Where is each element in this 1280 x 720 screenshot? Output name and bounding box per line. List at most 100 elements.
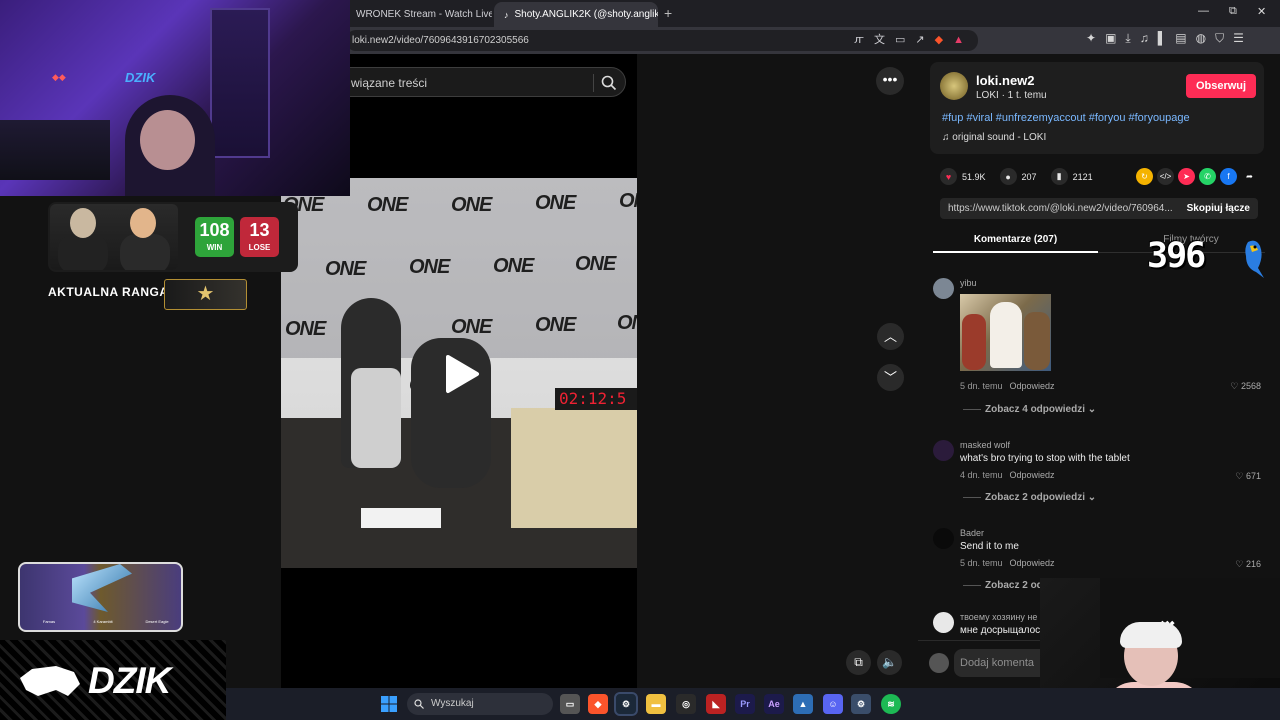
close-window-button[interactable]: ✕ <box>1257 5 1266 18</box>
sound-row[interactable]: ♫ original sound - LOKI <box>942 132 1046 143</box>
creator-subtitle: LOKI · 1 t. temu <box>976 90 1047 101</box>
repost-icon[interactable]: ↻ <box>1136 168 1153 185</box>
brand-logo: ONE <box>535 192 576 214</box>
app-icon[interactable]: ◎ <box>676 694 696 714</box>
screen: WRONEK Stream - Watch Live on Kic ♪ Shot… <box>0 0 1280 720</box>
image-figure <box>990 302 1022 368</box>
media-icon[interactable]: ♫ <box>1140 31 1149 46</box>
comment-username[interactable]: твоему хозяину не <box>960 612 1037 622</box>
link-box: https://www.tiktok.com/@loki.new2/video/… <box>940 198 1258 219</box>
chevron-down-icon: ﹀ <box>883 370 897 385</box>
whatsapp-icon[interactable]: ✆ <box>1199 168 1216 185</box>
like-count: 2568 <box>1240 381 1261 391</box>
floating-player-button[interactable]: ⧉ <box>846 650 871 675</box>
person <box>58 234 108 270</box>
comment-time: 5 dn. temu <box>960 558 1003 568</box>
person-head <box>130 208 156 238</box>
premiere-pro-icon[interactable]: Pr <box>735 694 755 714</box>
embed-icon[interactable]: </> <box>1157 168 1174 185</box>
avatar[interactable] <box>933 278 954 299</box>
comment-text: Send it to me <box>960 541 1019 552</box>
minimize-button[interactable]: — <box>1198 5 1209 17</box>
maximize-button[interactable]: ⧉ <box>1229 5 1237 18</box>
tab-comments[interactable]: Komentarze (207) <box>933 226 1098 253</box>
search-icon[interactable] <box>600 74 618 92</box>
extensions-icon[interactable]: ✦ <box>1086 31 1096 46</box>
webcam-desk <box>0 120 110 180</box>
facebook-icon[interactable]: f <box>1220 168 1237 185</box>
tab-wronek-stream[interactable]: WRONEK Stream - Watch Live on Kic <box>346 2 492 27</box>
heart-outline-icon: ♡ <box>1235 471 1246 481</box>
new-tab-button[interactable]: + <box>664 5 672 21</box>
more-options-button[interactable]: ••• <box>876 67 904 95</box>
hashtags[interactable]: #fup #viral #unfrezemyaccout #foryou #fo… <box>942 112 1190 124</box>
menu-icon[interactable]: ☰ <box>1233 31 1244 46</box>
file-explorer-icon[interactable]: ▬ <box>646 694 666 714</box>
comment-username[interactable]: yibu <box>960 278 977 288</box>
photos-icon[interactable]: ▲ <box>793 694 813 714</box>
skin-card: Desert Eagle <box>132 568 181 626</box>
brave-shield-icon[interactable]: ◆ <box>935 30 943 51</box>
follow-button[interactable]: Obserwuj <box>1186 74 1256 98</box>
windows-start-icon[interactable] <box>381 696 397 712</box>
avatar[interactable] <box>933 612 954 633</box>
sidebar-icon[interactable]: ▌ <box>1158 31 1167 46</box>
after-effects-icon[interactable]: Ae <box>764 694 784 714</box>
comment-like[interactable]: ♡ 671 <box>1235 471 1261 482</box>
search-box[interactable]: wiązane treści <box>326 67 626 97</box>
share-icon[interactable]: ↗ <box>915 30 924 51</box>
avatar[interactable] <box>933 528 954 549</box>
copy-link-button[interactable]: Skopiuj łącze <box>1187 203 1250 214</box>
share-arrow-icon[interactable]: ➦ <box>1241 168 1258 185</box>
previous-video-button[interactable]: ︿ <box>877 323 904 350</box>
view-replies-button[interactable]: Zobacz 4 odpowiedzi ⌄ <box>963 404 1096 415</box>
video-link[interactable]: https://www.tiktok.com/@loki.new2/video/… <box>948 203 1173 214</box>
next-video-button[interactable]: ﹀ <box>877 364 904 391</box>
send-to-friends-icon[interactable]: ➤ <box>1178 168 1195 185</box>
spotify-icon[interactable]: ≋ <box>881 694 901 714</box>
view-replies-button[interactable]: Zobacz 2 od <box>963 580 1043 591</box>
comment-like[interactable]: ♡ 2568 <box>1230 381 1261 392</box>
view-replies-button[interactable]: Zobacz 2 odpowiedzi ⌄ <box>963 492 1096 503</box>
reply-button[interactable]: Odpowiedz <box>1010 470 1055 480</box>
discord-icon[interactable]: ☺ <box>823 694 843 714</box>
rank-label: AKTUALNA RANGA: <box>48 285 174 299</box>
reply-button[interactable]: Odpowiedz <box>1010 558 1055 568</box>
no-sound-icon[interactable]: ꙥ <box>854 30 864 51</box>
win-counter: 108 WIN <box>195 217 234 257</box>
taskbar-search[interactable]: Wyszukaj <box>407 693 553 715</box>
save-stat[interactable]: ▮ 2121 <box>1050 168 1093 185</box>
like-stat[interactable]: ♥ 51.9K <box>940 168 986 185</box>
reply-button[interactable]: Odpowiedz <box>1010 381 1055 391</box>
search-input[interactable]: wiązane treści <box>351 76 427 90</box>
brave-browser-icon[interactable]: ◆ <box>588 694 608 714</box>
comment-username[interactable]: masked wolf <box>960 440 1010 450</box>
brave-rewards-icon[interactable]: ▲ <box>953 30 964 51</box>
tab-tiktok-video[interactable]: ♪ Shoty.ANGLIK2K (@shoty.anglik ✕ <box>494 2 658 27</box>
creator-username[interactable]: loki.new2 <box>976 73 1035 88</box>
engagement-stats: ♥ 51.9K ● 207 ▮ 2121 <box>940 168 1107 185</box>
screenshot-icon[interactable]: ▣ <box>1105 31 1116 46</box>
avatar[interactable] <box>940 72 968 100</box>
shield-icon[interactable]: ⛉ <box>1215 31 1224 46</box>
steam-icon[interactable]: ⚙ <box>614 692 638 716</box>
comment-stat[interactable]: ● 207 <box>999 168 1037 185</box>
volume-button[interactable]: 🔈 <box>877 650 902 675</box>
scale <box>361 508 441 528</box>
translate-icon[interactable]: 文 <box>874 30 885 51</box>
play-icon[interactable] <box>444 354 480 394</box>
avatar[interactable] <box>933 440 954 461</box>
comment-username[interactable]: Bader <box>960 528 984 538</box>
download-icon[interactable]: ⤓ <box>1125 31 1130 46</box>
app-icon[interactable]: ◣ <box>706 694 726 714</box>
comment-image[interactable] <box>960 294 1051 371</box>
vpn-icon[interactable]: ◍ <box>1196 31 1206 46</box>
brand-logo: ONE <box>493 255 534 277</box>
comment-like[interactable]: ♡ 216 <box>1235 559 1261 570</box>
task-view-icon[interactable]: ▭ <box>560 694 580 714</box>
avatar <box>929 653 949 673</box>
settings-icon[interactable]: ⚙ <box>851 694 871 714</box>
cast-icon[interactable]: ▭ <box>895 30 905 51</box>
wallet-icon[interactable]: ▤ <box>1175 31 1186 46</box>
address-bar[interactable]: loki.new2/video/7609643916702305566 ꙥ 文 … <box>346 30 978 51</box>
